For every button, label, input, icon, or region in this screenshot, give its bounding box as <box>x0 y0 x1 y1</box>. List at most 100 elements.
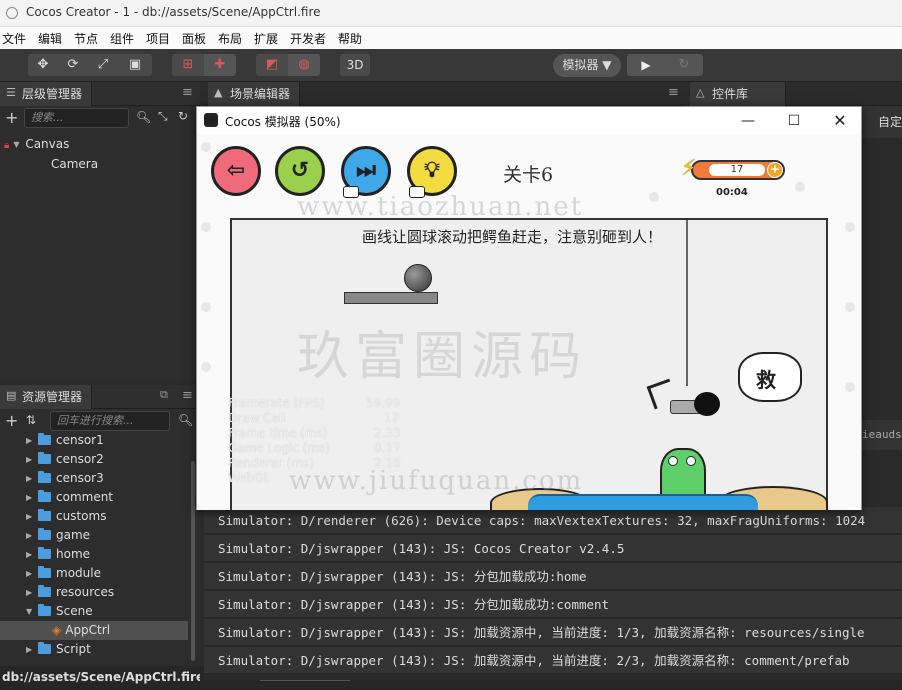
asset-scene-appctrl[interactable]: ◈ AppCtrl <box>0 621 188 640</box>
expand-arrow-icon[interactable]: ▶ <box>26 640 38 659</box>
stat-value: 17 <box>384 411 400 425</box>
asset-folder-comment[interactable]: ▶ comment <box>26 488 113 507</box>
bg-dot <box>845 222 855 232</box>
play-icon[interactable]: ▶ <box>627 54 665 76</box>
menu-node[interactable]: 节点 <box>74 30 98 47</box>
widgets-panel <box>862 138 902 518</box>
collapse-arrow-icon[interactable]: ▼ <box>26 602 38 621</box>
panel-menu-icon[interactable]: ≡ <box>182 388 193 403</box>
platform-select[interactable]: 模拟器 ▼ <box>553 54 621 77</box>
expand-arrow-icon[interactable]: ▶ <box>26 431 38 450</box>
search-icon[interactable]: 🔍︎ <box>136 110 151 124</box>
asset-folder-censor2[interactable]: ▶ censor2 <box>26 450 104 469</box>
asset-folder-module[interactable]: ▶ module <box>26 564 101 583</box>
restart-button[interactable]: ↺ <box>275 146 325 196</box>
window-titlebar: Cocos Creator - 1 - db://assets/Scene/Ap… <box>0 0 902 27</box>
window-title: Cocos Creator - 1 - db://assets/Scene/Ap… <box>26 5 321 19</box>
lock-icon[interactable]: 🔒︎ <box>4 140 9 151</box>
skip-icon: ⏭ <box>356 158 376 183</box>
game-canvas[interactable]: ⇦ ↺ ⏭ 💡︎ 关卡6 17 + ⚡︎ 00:04 画线让圆球滚动把鳄鱼赶走，… <box>197 134 861 510</box>
pivot-icon[interactable]: ◩ <box>256 54 288 76</box>
menu-project[interactable]: 项目 <box>146 30 170 47</box>
center-icon[interactable]: ◍ <box>288 54 320 76</box>
minimize-icon[interactable]: — <box>733 111 763 131</box>
lightning-icon: ⚡︎ <box>681 156 697 181</box>
local-gizmo-icon[interactable]: ⊞ <box>172 54 204 76</box>
expand-arrow-icon[interactable]: ▶ <box>26 507 38 526</box>
panel-menu-icon[interactable]: ≡ <box>668 85 679 100</box>
stat-label: WebGL <box>228 471 271 485</box>
refresh-icon[interactable]: ↻ <box>665 54 703 76</box>
asset-folder-resources[interactable]: ▶ resources <box>26 583 114 602</box>
expand-arrow-icon[interactable]: ▶ <box>26 526 38 545</box>
assets-search-input[interactable]: 回车进行搜索... <box>50 411 170 431</box>
asset-folder-customs[interactable]: ▶ customs <box>26 507 106 526</box>
stat-label: Game Logic (ms) <box>228 441 331 455</box>
expand-arrow-icon[interactable]: ▶ <box>26 469 38 488</box>
sort-icon[interactable]: ⇅ <box>26 413 36 427</box>
tab-scene-editor[interactable]: ▲ 场景编辑器 <box>208 82 300 106</box>
menu-help[interactable]: 帮助 <box>338 30 362 47</box>
rect-tool-icon[interactable]: ▣ <box>120 54 150 76</box>
expand-arrow-icon[interactable]: ▶ <box>26 450 38 469</box>
console-line: Simulator: D/jswrapper (143): JS: 分包加载成功… <box>204 563 902 590</box>
menu-component[interactable]: 组件 <box>110 30 134 47</box>
tab-widgets[interactable]: △ 控件库 <box>690 82 786 106</box>
add-node-icon[interactable]: + <box>5 108 18 127</box>
rotate-tool-icon[interactable]: ⟳ <box>58 54 88 76</box>
console-panel: Simulator: D/renderer (626): Device caps… <box>204 505 902 680</box>
bg-dot <box>201 302 211 312</box>
energy-bar: 17 + <box>691 160 785 180</box>
expand-arrow-icon[interactable]: ▶ <box>26 545 38 564</box>
asset-folder-script[interactable]: ▶ Script <box>26 640 91 659</box>
custom-widgets-tab[interactable]: 自定 <box>862 106 902 138</box>
maximize-icon[interactable]: ☐ <box>779 111 809 131</box>
bg-dot <box>201 222 211 232</box>
simulator-titlebar: Cocos 模拟器 (50%) — ☐ ✕ <box>197 107 861 134</box>
menu-file[interactable]: 文件 <box>2 30 26 47</box>
menu-layout[interactable]: 布局 <box>218 30 242 47</box>
add-energy-icon[interactable]: + <box>767 162 783 178</box>
expand-arrow-icon[interactable]: ▼ <box>13 135 25 154</box>
tab-assets[interactable]: ▤ 资源管理器 <box>0 385 92 409</box>
main-toolbar: ✥ ⟳ ⤢ ▣ ⊞ ✚ ◩ ◍ 3D 模拟器 ▼ ▶ ↻ <box>0 49 902 82</box>
watermark-bottom: www.jiufuquan.com <box>289 466 584 496</box>
asset-folder-game[interactable]: ▶ game <box>26 526 90 545</box>
locate-icon[interactable]: ⤡ <box>158 109 168 124</box>
folder-icon <box>38 604 51 616</box>
scale-tool-icon[interactable]: ⤢ <box>88 54 118 76</box>
search-icon[interactable]: 🔍︎ <box>178 413 193 427</box>
asset-folder-censor1[interactable]: ▶ censor1 <box>26 431 104 450</box>
expand-arrow-icon[interactable]: ▶ <box>26 564 38 583</box>
add-asset-icon[interactable]: + <box>5 411 18 430</box>
tree-node-canvas[interactable]: 🔒︎ ▼ Canvas <box>4 135 69 154</box>
hierarchy-search-input[interactable]: 搜索... <box>24 108 129 128</box>
panel-menu-icon[interactable]: ≡ <box>182 85 193 100</box>
menu-developer[interactable]: 开发者 <box>290 30 326 47</box>
expand-arrow-icon[interactable]: ▶ <box>26 488 38 507</box>
tab-hierarchy[interactable]: ☰ 层级管理器 <box>0 82 92 106</box>
asset-folder-home[interactable]: ▶ home <box>26 545 90 564</box>
menu-panel[interactable]: 面板 <box>182 30 206 47</box>
expand-arrow-icon[interactable]: ▶ <box>26 583 38 602</box>
close-icon[interactable]: ✕ <box>825 111 855 131</box>
asset-folder-censor3[interactable]: ▶ censor3 <box>26 469 104 488</box>
maximize-panel-icon[interactable]: ⧉ <box>160 388 168 402</box>
global-gizmo-icon[interactable]: ✚ <box>204 54 236 76</box>
cocos-simulator-icon <box>204 113 218 127</box>
level-hint: 画线让圆球滚动把鳄鱼赶走，注意别砸到人！ <box>362 228 663 246</box>
restart-icon: ↺ <box>290 158 310 183</box>
assets-scrollbar[interactable] <box>191 461 195 661</box>
back-button[interactable]: ⇦ <box>211 146 261 196</box>
tree-node-camera[interactable]: Camera <box>51 155 98 174</box>
ball <box>404 264 432 292</box>
asset-folder-scene[interactable]: ▼ Scene <box>26 602 93 621</box>
menu-extension[interactable]: 扩展 <box>254 30 278 47</box>
widgets-header: △ 控件库 <box>688 82 902 106</box>
simulator-window: Cocos 模拟器 (50%) — ☐ ✕ ⇦ ↺ ⏭ 💡︎ 关卡6 17 + … <box>196 106 862 510</box>
menu-edit[interactable]: 编辑 <box>38 30 62 47</box>
refresh-hierarchy-icon[interactable]: ↻ <box>178 109 188 123</box>
folder-icon <box>38 509 51 521</box>
mode-3d-button[interactable]: 3D <box>340 54 370 76</box>
move-tool-icon[interactable]: ✥ <box>28 54 58 76</box>
